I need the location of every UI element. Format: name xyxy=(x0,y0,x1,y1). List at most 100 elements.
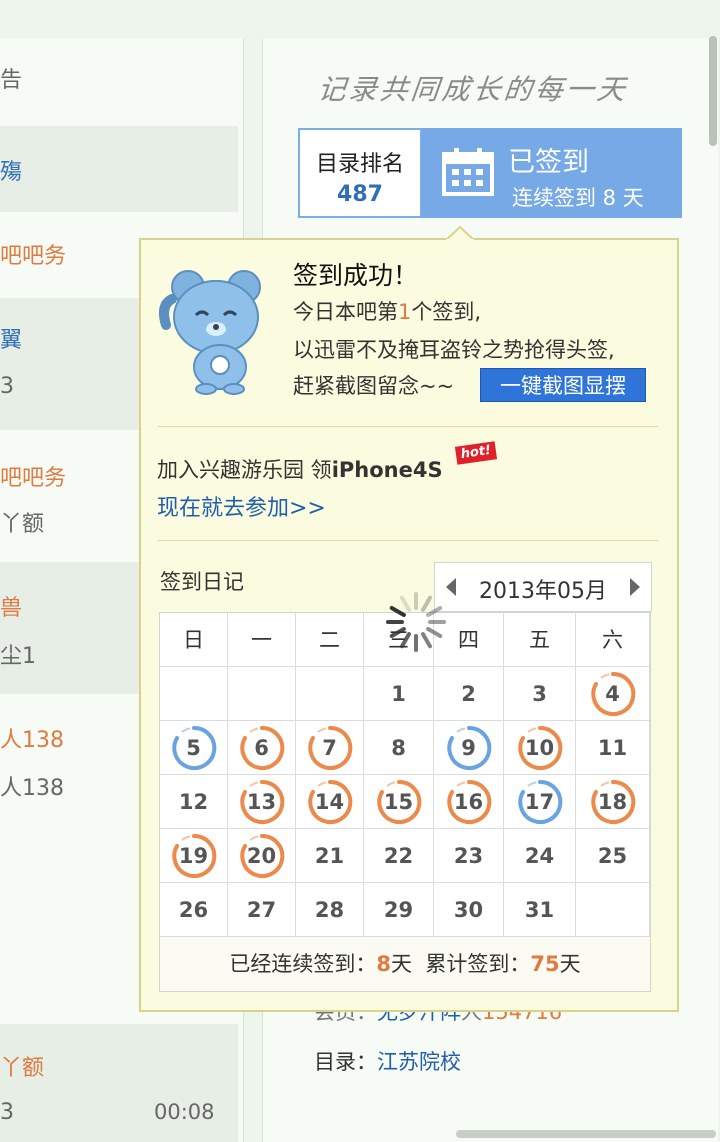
list-item[interactable]: 殤 xyxy=(0,126,238,212)
spinner-tick xyxy=(421,595,432,612)
day-number: 3 xyxy=(532,682,547,706)
divider xyxy=(158,426,658,427)
day-number: 5 xyxy=(186,736,201,760)
day-number: 13 xyxy=(246,790,277,814)
directory-label: 目录： xyxy=(314,1050,377,1074)
list-item-text: 3 xyxy=(0,1100,14,1125)
day-number: 30 xyxy=(453,898,484,922)
calendar-day-cell[interactable]: 6 xyxy=(228,721,296,775)
list-item-text: 翼 xyxy=(0,328,23,353)
screenshot-share-button[interactable]: 一键截图显摆 xyxy=(480,368,646,402)
list-item-text: 吧吧务 xyxy=(0,244,67,269)
bear-mascot-icon xyxy=(159,270,261,395)
join-promo: 加入兴趣游乐园 领iPhone4S xyxy=(157,454,443,484)
signed-in-button[interactable]: 已签到 连续签到 8 天 xyxy=(422,128,682,218)
join-prize: iPhone4S xyxy=(331,458,443,482)
weekday-label: 二 xyxy=(319,628,340,652)
rank-value: 487 xyxy=(337,182,383,207)
day-number: 10 xyxy=(524,736,555,760)
weekday-header: 日 xyxy=(160,613,228,667)
next-month-icon[interactable] xyxy=(629,577,641,597)
day-number: 8 xyxy=(391,736,406,760)
day-number: 12 xyxy=(178,790,209,814)
calendar-empty-cell xyxy=(296,667,364,721)
join-now-link[interactable]: 现在就去参加>> xyxy=(157,490,326,522)
msg-suffix: 个签到, xyxy=(411,300,482,324)
spinner-tick xyxy=(400,632,411,649)
day-number: 21 xyxy=(314,844,345,868)
calendar-day-cell[interactable]: 30 xyxy=(434,883,504,937)
calendar-empty-cell xyxy=(160,667,228,721)
signed-day-ring-tail xyxy=(599,780,609,787)
calendar-day-cell[interactable]: 14 xyxy=(296,775,364,829)
weekday-header: 二 xyxy=(296,613,364,667)
calendar-day-cell[interactable]: 18 xyxy=(576,775,650,829)
calendar-day-cell[interactable]: 31 xyxy=(504,883,576,937)
loading-spinner-icon xyxy=(386,592,446,652)
weekday-label: 日 xyxy=(183,628,204,652)
calendar-day-cell[interactable]: 11 xyxy=(576,721,650,775)
calendar-day-cell[interactable]: 23 xyxy=(434,829,504,883)
vertical-scrollbar[interactable] xyxy=(709,36,717,146)
calendar-day-cell[interactable]: 27 xyxy=(228,883,296,937)
signed-day-ring-tail xyxy=(180,834,190,841)
calendar-day-cell[interactable]: 29 xyxy=(364,883,434,937)
sign-diary-label: 签到日记 xyxy=(160,570,244,594)
calendar-day-cell[interactable]: 19 xyxy=(160,829,228,883)
calendar-day-cell[interactable]: 25 xyxy=(576,829,650,883)
day-number: 19 xyxy=(178,844,209,868)
calendar-day-cell[interactable]: 1 xyxy=(364,667,434,721)
calendar-day-cell[interactable]: 12 xyxy=(160,775,228,829)
list-item-text: 丫额 xyxy=(0,1056,45,1081)
sign-calendar: 日一二三四五六 1 2 3 4 5 6 7 8 9 10 11 12 13 14 15 16 17 18 19 20 21… xyxy=(159,612,651,992)
sign-order-number: 1 xyxy=(398,300,412,324)
day-number: 7 xyxy=(322,736,337,760)
calendar-day-cell[interactable]: 2 xyxy=(434,667,504,721)
slogan: 记录共同成长的每一天 xyxy=(316,73,630,106)
signed-day-ring-tail xyxy=(248,780,258,787)
directory-rank-box[interactable]: 目录排名 487 xyxy=(298,128,422,218)
list-item-text: 尘1 xyxy=(0,644,36,669)
spinner-tick xyxy=(400,595,411,612)
calendar-day-cell[interactable]: 24 xyxy=(504,829,576,883)
calendar-day-cell[interactable]: 26 xyxy=(160,883,228,937)
calendar-day-cell[interactable]: 22 xyxy=(364,829,434,883)
list-item-time: 00:08 xyxy=(154,1100,215,1124)
calendar-day-cell[interactable]: 3 xyxy=(504,667,576,721)
day-number: 17 xyxy=(524,790,555,814)
day-number: 11 xyxy=(597,736,628,760)
day-number: 6 xyxy=(254,736,269,760)
streak-unit: 天 xyxy=(391,952,413,976)
calendar-empty-cell xyxy=(576,883,650,937)
day-number: 20 xyxy=(246,844,277,868)
calendar-day-cell[interactable]: 10 xyxy=(504,721,576,775)
weekday-header: 一 xyxy=(228,613,296,667)
calendar-day-cell[interactable]: 20 xyxy=(228,829,296,883)
calendar-day-cell[interactable]: 28 xyxy=(296,883,364,937)
calendar-day-cell[interactable]: 13 xyxy=(228,775,296,829)
calendar-day-cell[interactable]: 21 xyxy=(296,829,364,883)
calendar-day-cell[interactable]: 17 xyxy=(504,775,576,829)
total-days: 75 xyxy=(530,952,560,976)
calendar-day-cell[interactable]: 15 xyxy=(364,775,434,829)
day-number: 26 xyxy=(178,898,209,922)
popup-arrow xyxy=(446,226,474,242)
calendar-day-cell[interactable]: 4 xyxy=(576,667,650,721)
directory-link[interactable]: 江苏院校 xyxy=(377,1050,461,1074)
day-number: 27 xyxy=(246,898,277,922)
signed-day-ring-tail xyxy=(526,780,536,787)
signed-day-ring-tail xyxy=(455,726,465,733)
signed-day-ring-tail xyxy=(455,780,465,787)
calendar-day-cell[interactable]: 7 xyxy=(296,721,364,775)
horizontal-scrollbar[interactable] xyxy=(456,1130,716,1138)
list-item-text: 兽 xyxy=(0,596,23,621)
calendar-day-cell[interactable]: 8 xyxy=(364,721,434,775)
list-item[interactable]: 告 xyxy=(0,62,238,102)
calendar-day-cell[interactable]: 9 xyxy=(434,721,504,775)
calendar-day-cell[interactable]: 16 xyxy=(434,775,504,829)
list-item[interactable]: 丫额 3 xyxy=(0,1024,238,1142)
day-number: 29 xyxy=(383,898,414,922)
calendar-day-cell[interactable]: 5 xyxy=(160,721,228,775)
list-item-text: 人138 xyxy=(0,728,64,753)
divider xyxy=(158,540,658,541)
